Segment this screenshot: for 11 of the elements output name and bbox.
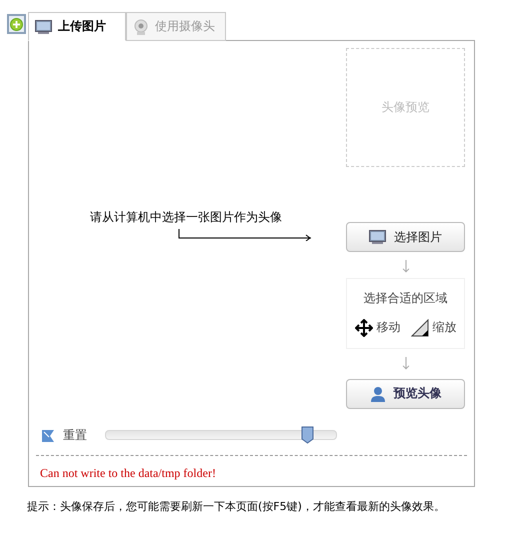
area-title: 选择合适的区域 — [364, 290, 448, 307]
error-message: Can not write to the data/tmp folder! — [40, 466, 217, 481]
select-image-button[interactable]: 选择图片 — [346, 222, 465, 252]
avatar-preview-box: 头像预览 — [346, 48, 465, 167]
hint-text: 请从计算机中选择一张图片作为头像 — [90, 209, 282, 226]
zoom-label: 缩放 — [432, 319, 456, 336]
move-label: 移动 — [376, 319, 400, 336]
preview-avatar-button[interactable]: 预览头像 — [346, 378, 465, 410]
footer-note: 提示：头像保存后，您可能需要刷新一下本页面(按F5键)，才能查看最新的头像效果。 — [27, 499, 446, 514]
reset-label[interactable]: 重置 — [63, 426, 87, 444]
tab[interactable]: 上传图片 — [28, 12, 126, 41]
